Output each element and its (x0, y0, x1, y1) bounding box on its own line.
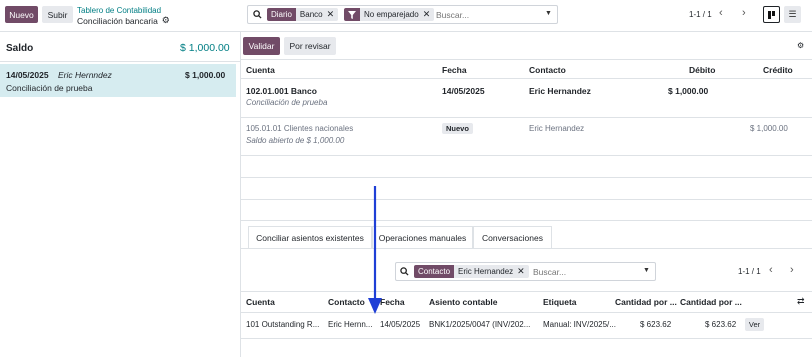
validate-button[interactable]: Validar (243, 37, 280, 55)
facet-value: No emparejado (360, 8, 423, 21)
sub-row-date[interactable]: 14/05/2025 (380, 320, 420, 329)
sub-pager-prev-icon[interactable]: ‹ (769, 264, 773, 276)
pager-next-icon[interactable]: › (742, 7, 746, 19)
facet-value: Banco (295, 8, 327, 21)
row2-border (241, 155, 812, 156)
row1-account[interactable]: 102.01.001 Banco (246, 86, 317, 96)
unmatched-facet[interactable]: No emparejado ✕ (344, 8, 435, 21)
empty-row-border (241, 199, 812, 200)
statement-line-amount: $ 1,000.00 (185, 70, 226, 80)
sub-row-move[interactable]: BNK1/2025/0047 (INV/202... (429, 320, 530, 329)
balance-label: Saldo (6, 43, 34, 54)
statement-line-partner: Eric Hernndez (58, 70, 112, 80)
sub-row-amount-currency[interactable]: $ 623.62 (705, 320, 736, 329)
annotation-arrow-icon (368, 186, 382, 314)
header-row-border (241, 78, 812, 79)
search-icon[interactable] (253, 10, 262, 19)
journal-facet[interactable]: Diario Banco ✕ (267, 8, 339, 21)
view-button[interactable]: Ver (745, 318, 764, 331)
sub-row-label[interactable]: Manual: INV/2025/... (543, 320, 616, 329)
row2-partner[interactable]: Eric Hernandez (529, 124, 584, 133)
sub-header-border (241, 312, 812, 313)
statement-line-date: 14/05/2025 (6, 70, 49, 80)
pager-value: 1-1 / 1 (689, 10, 712, 19)
table-top-border (241, 59, 812, 60)
facet-remove-icon[interactable]: ✕ (422, 8, 435, 21)
row1-label: Conciliación de prueba (246, 98, 328, 107)
facet-remove-icon[interactable]: ✕ (517, 265, 529, 278)
breadcrumb-parent[interactable]: Tablero de Contabilidad (77, 6, 161, 15)
tab-manual-operations[interactable]: Operaciones manuales (373, 227, 472, 248)
pager-prev-icon[interactable]: ‹ (719, 7, 723, 19)
list-icon: ☰ (788, 9, 797, 19)
settings-gear-icon[interactable]: ⚙ (797, 41, 804, 50)
search-dropdown-icon[interactable]: ▼ (545, 10, 552, 17)
sub-pager-next-icon[interactable]: › (790, 264, 794, 276)
sub-row-account[interactable]: 101 Outstanding R... (246, 320, 319, 329)
row2-account[interactable]: 105.01.01 Clientes nacionales (246, 124, 353, 133)
row1-date[interactable]: 14/05/2025 (442, 86, 485, 96)
col-debit: Débito (689, 65, 716, 75)
sub-row-amount[interactable]: $ 623.62 (640, 320, 671, 329)
sub-row-border (241, 338, 812, 339)
kanban-icon (768, 10, 775, 19)
facet-value: Eric Hernandez (454, 265, 518, 278)
sub-col-account: Cuenta (246, 297, 275, 307)
kanban-view-button[interactable] (763, 6, 780, 23)
sub-col-amount-currency: Cantidad por ... (680, 297, 742, 307)
facet-label: Contacto (414, 265, 455, 278)
header-divider (0, 31, 812, 32)
gear-icon[interactable]: ⚙ (162, 15, 170, 26)
new-badge: Nuevo (442, 123, 473, 134)
facet-remove-icon[interactable]: ✕ (326, 8, 339, 21)
sub-search-input[interactable] (533, 265, 633, 278)
tab-reconcile-existing[interactable]: Conciliar asientos existentes (249, 227, 371, 248)
filter-icon (344, 8, 360, 21)
row2-label: Saldo abierto de $ 1,000.00 (246, 136, 345, 145)
col-partner: Contacto (529, 65, 566, 75)
tabs-border (241, 248, 812, 249)
sub-col-amount: Cantidad por ... (615, 297, 677, 307)
panel-divider (240, 31, 241, 357)
tab-conversations[interactable]: Conversaciones (474, 227, 551, 248)
column-settings-icon[interactable]: ⇄ (797, 296, 805, 307)
sub-row-partner[interactable]: Eric Hernn... (328, 320, 372, 329)
upload-button[interactable]: Subir (42, 6, 73, 23)
breadcrumb-current: Conciliación bancaria (77, 15, 158, 26)
list-view-button[interactable]: ☰ (784, 6, 801, 23)
sub-table-top-border (241, 291, 812, 292)
facet-label: Diario (267, 8, 296, 21)
breadcrumb: Conciliación bancaria ⚙ (77, 15, 170, 26)
new-button[interactable]: Nuevo (5, 6, 38, 23)
col-credit: Crédito (763, 65, 793, 75)
partner-facet[interactable]: Contacto Eric Hernandez ✕ (414, 265, 529, 278)
search-input[interactable] (436, 8, 536, 21)
empty-row-border (241, 177, 812, 178)
statement-line-label: Conciliación de prueba (6, 83, 93, 93)
to-check-button[interactable]: Por revisar (284, 37, 336, 55)
sub-pager-value: 1-1 / 1 (738, 267, 761, 276)
sub-search-dropdown-icon[interactable]: ▼ (643, 267, 650, 274)
balance-value: $ 1,000.00 (180, 42, 230, 54)
sub-col-move: Asiento contable (429, 297, 498, 307)
sub-col-label: Etiqueta (543, 297, 577, 307)
empty-row-border (241, 220, 812, 221)
col-date: Fecha (442, 65, 467, 75)
row1-debit[interactable]: $ 1,000.00 (668, 86, 708, 96)
col-account: Cuenta (246, 65, 275, 75)
left-divider (0, 61, 240, 62)
search-icon[interactable] (400, 267, 409, 276)
row2-credit[interactable]: $ 1,000.00 (750, 124, 788, 133)
row1-border (241, 117, 812, 118)
sub-col-partner: Contacto (328, 297, 365, 307)
row1-partner[interactable]: Eric Hernandez (529, 86, 591, 96)
